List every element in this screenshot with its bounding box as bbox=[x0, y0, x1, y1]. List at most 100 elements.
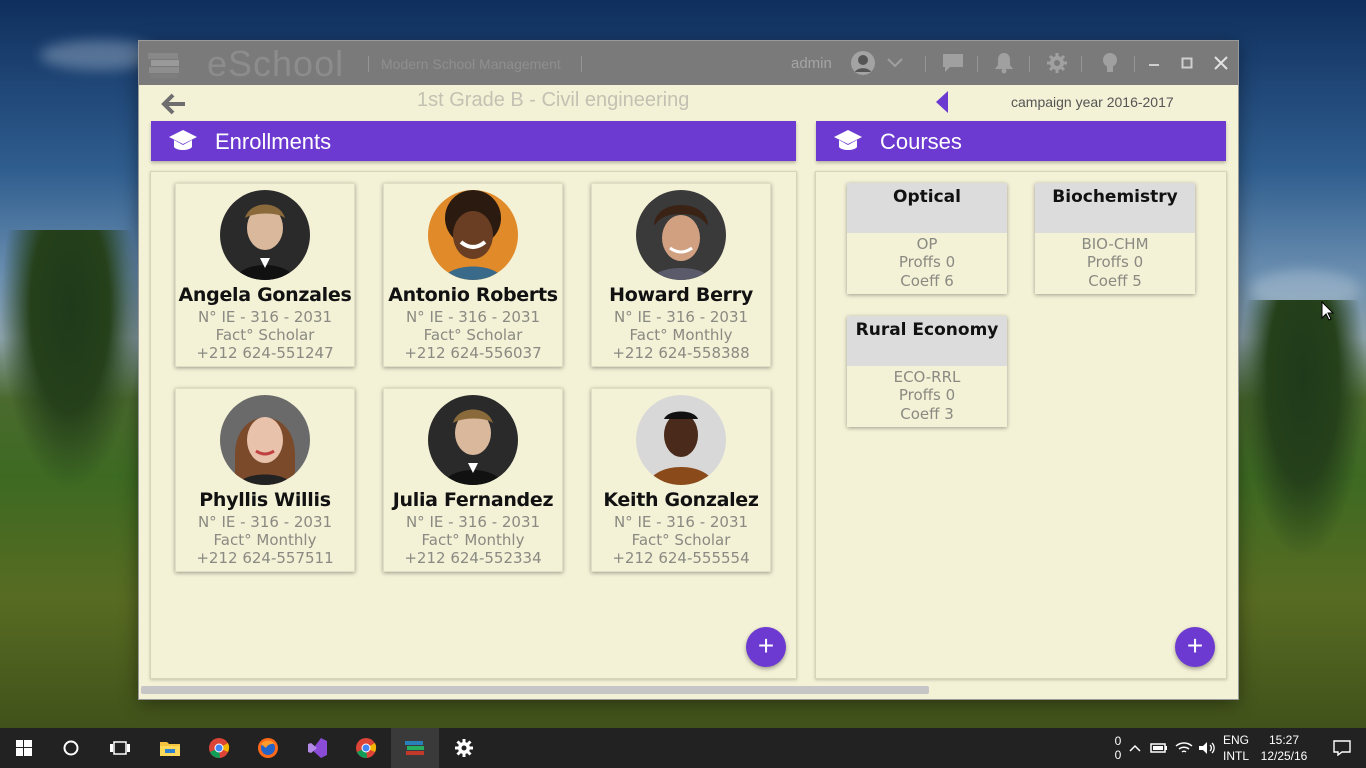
course-coeff: Coeff 5 bbox=[1088, 272, 1142, 290]
course-proffs: Proffs 0 bbox=[898, 253, 956, 271]
course-card[interactable]: Rural Economy ECO-RRL Proffs 0 Coeff 3 bbox=[847, 316, 1007, 427]
add-course-button[interactable]: + bbox=[1175, 627, 1215, 667]
mouse-cursor-icon bbox=[1321, 301, 1335, 321]
add-enrollment-button[interactable]: + bbox=[746, 627, 786, 667]
course-name: Optical bbox=[893, 187, 961, 207]
chrome-icon[interactable] bbox=[342, 728, 390, 768]
action-center-icon[interactable] bbox=[1318, 728, 1366, 768]
visual-studio-icon[interactable] bbox=[293, 728, 341, 768]
enrollments-panel: Angela Gonzales N° IE - 316 - 2031 Fact°… bbox=[150, 171, 797, 679]
minimize-icon[interactable] bbox=[1142, 51, 1166, 75]
language-bottom[interactable]: INTL bbox=[1219, 749, 1253, 764]
course-proffs: Proffs 0 bbox=[898, 386, 956, 404]
sub-header: 1st Grade B - Civil engineering campaign… bbox=[139, 85, 1238, 121]
enrollments-title: Enrollments bbox=[215, 129, 332, 154]
back-arrow-icon[interactable] bbox=[161, 93, 187, 115]
student-name: Keith Gonzalez bbox=[603, 489, 759, 511]
enrollments-header: Enrollments bbox=[151, 121, 796, 161]
task-view-icon[interactable] bbox=[96, 728, 144, 768]
books-logo-icon bbox=[148, 53, 179, 78]
notification-count-top: 0 bbox=[1114, 734, 1122, 748]
triangle-left-icon[interactable] bbox=[936, 91, 948, 113]
notification-count-bottom: 0 bbox=[1114, 748, 1122, 762]
language-top[interactable]: ENG bbox=[1219, 733, 1253, 748]
course-name: Rural Economy bbox=[855, 320, 999, 340]
student-phone: +212 624-556037 bbox=[404, 344, 542, 362]
student-phone: +212 624-551247 bbox=[196, 344, 334, 362]
chevron-down-icon[interactable] bbox=[883, 51, 907, 75]
student-number: N° IE - 316 - 2031 bbox=[613, 308, 749, 326]
student-fact: Fact° Monthly bbox=[421, 531, 525, 549]
volume-icon[interactable] bbox=[1196, 728, 1218, 768]
graduation-cap-icon bbox=[834, 130, 862, 150]
course-card[interactable]: Optical OP Proffs 0 Coeff 6 bbox=[847, 183, 1007, 294]
app-tagline: Modern School Management bbox=[381, 56, 561, 72]
student-card[interactable]: Phyllis Willis N° IE - 316 - 2031 Fact° … bbox=[175, 388, 355, 572]
student-number: N° IE - 316 - 2031 bbox=[405, 308, 541, 326]
course-coeff: Coeff 3 bbox=[900, 405, 954, 423]
wifi-icon[interactable] bbox=[1173, 728, 1195, 768]
courses-title: Courses bbox=[880, 129, 962, 154]
student-phone: +212 624-552334 bbox=[404, 549, 542, 567]
gear-icon[interactable] bbox=[1045, 51, 1069, 75]
horizontal-scrollbar[interactable] bbox=[141, 686, 929, 694]
student-card[interactable]: Julia Fernandez N° IE - 316 - 2031 Fact°… bbox=[383, 388, 563, 572]
eschool-window: eSchool Modern School Management admin 1… bbox=[139, 41, 1238, 699]
chevron-up-icon[interactable] bbox=[1126, 728, 1144, 768]
student-photo bbox=[428, 395, 518, 485]
close-icon[interactable] bbox=[1209, 51, 1233, 75]
course-code: BIO-CHM bbox=[1081, 235, 1149, 253]
divider bbox=[1029, 56, 1030, 72]
student-photo bbox=[636, 395, 726, 485]
firefox-icon[interactable] bbox=[244, 728, 292, 768]
title-bar: eSchool Modern School Management admin bbox=[139, 41, 1238, 85]
student-card[interactable]: Keith Gonzalez N° IE - 316 - 2031 Fact° … bbox=[591, 388, 771, 572]
student-name: Julia Fernandez bbox=[392, 489, 554, 511]
student-fact: Fact° Scholar bbox=[423, 326, 523, 344]
course-header: Optical bbox=[847, 183, 1007, 233]
eschool-app-icon[interactable] bbox=[391, 728, 439, 768]
student-number: N° IE - 316 - 2031 bbox=[197, 513, 333, 531]
username[interactable]: admin bbox=[791, 55, 832, 72]
course-code: ECO-RRL bbox=[893, 368, 961, 386]
divider bbox=[977, 56, 978, 72]
course-card[interactable]: Biochemistry BIO-CHM Proffs 0 Coeff 5 bbox=[1035, 183, 1195, 294]
course-proffs: Proffs 0 bbox=[1086, 253, 1144, 271]
clock-time[interactable]: 15:27 bbox=[1258, 733, 1310, 748]
student-name: Antonio Roberts bbox=[388, 284, 558, 306]
divider bbox=[368, 56, 369, 72]
battery-icon[interactable] bbox=[1148, 728, 1170, 768]
windows-start-icon[interactable] bbox=[0, 728, 48, 768]
settings-gear-icon[interactable] bbox=[440, 728, 488, 768]
campaign-year[interactable]: campaign year 2016-2017 bbox=[1011, 94, 1174, 110]
course-header: Biochemistry bbox=[1035, 183, 1195, 233]
chat-icon[interactable] bbox=[941, 51, 965, 75]
student-phone: +212 624-557511 bbox=[196, 549, 334, 567]
student-phone: +212 624-558388 bbox=[612, 344, 750, 362]
chrome-icon[interactable] bbox=[195, 728, 243, 768]
divider bbox=[581, 56, 582, 72]
maximize-icon[interactable] bbox=[1175, 51, 1199, 75]
divider bbox=[1081, 56, 1082, 72]
cortana-search-icon[interactable] bbox=[47, 728, 95, 768]
lightbulb-icon[interactable] bbox=[1098, 51, 1122, 75]
clock-date[interactable]: 12/25/16 bbox=[1258, 749, 1310, 764]
divider bbox=[1134, 56, 1135, 72]
student-fact: Fact° Monthly bbox=[213, 531, 317, 549]
student-number: N° IE - 316 - 2031 bbox=[613, 513, 749, 531]
student-number: N° IE - 316 - 2031 bbox=[405, 513, 541, 531]
student-card[interactable]: Howard Berry N° IE - 316 - 2031 Fact° Mo… bbox=[591, 183, 771, 367]
desktop-tree bbox=[1240, 300, 1366, 560]
student-card[interactable]: Angela Gonzales N° IE - 316 - 2031 Fact°… bbox=[175, 183, 355, 367]
courses-panel: Optical OP Proffs 0 Coeff 6 Biochemistry… bbox=[815, 171, 1227, 679]
taskbar: 0 0 ENG INTL 15:27 12/25/16 bbox=[0, 728, 1366, 768]
student-card[interactable]: Antonio Roberts N° IE - 316 - 2031 Fact°… bbox=[383, 183, 563, 367]
file-explorer-icon[interactable] bbox=[146, 728, 194, 768]
student-number: N° IE - 316 - 2031 bbox=[197, 308, 333, 326]
course-header: Rural Economy bbox=[847, 316, 1007, 366]
student-photo bbox=[636, 190, 726, 280]
class-title: 1st Grade B - Civil engineering bbox=[417, 89, 690, 111]
student-name: Howard Berry bbox=[609, 284, 753, 306]
bell-icon[interactable] bbox=[992, 51, 1016, 75]
user-avatar-icon[interactable] bbox=[851, 51, 875, 75]
